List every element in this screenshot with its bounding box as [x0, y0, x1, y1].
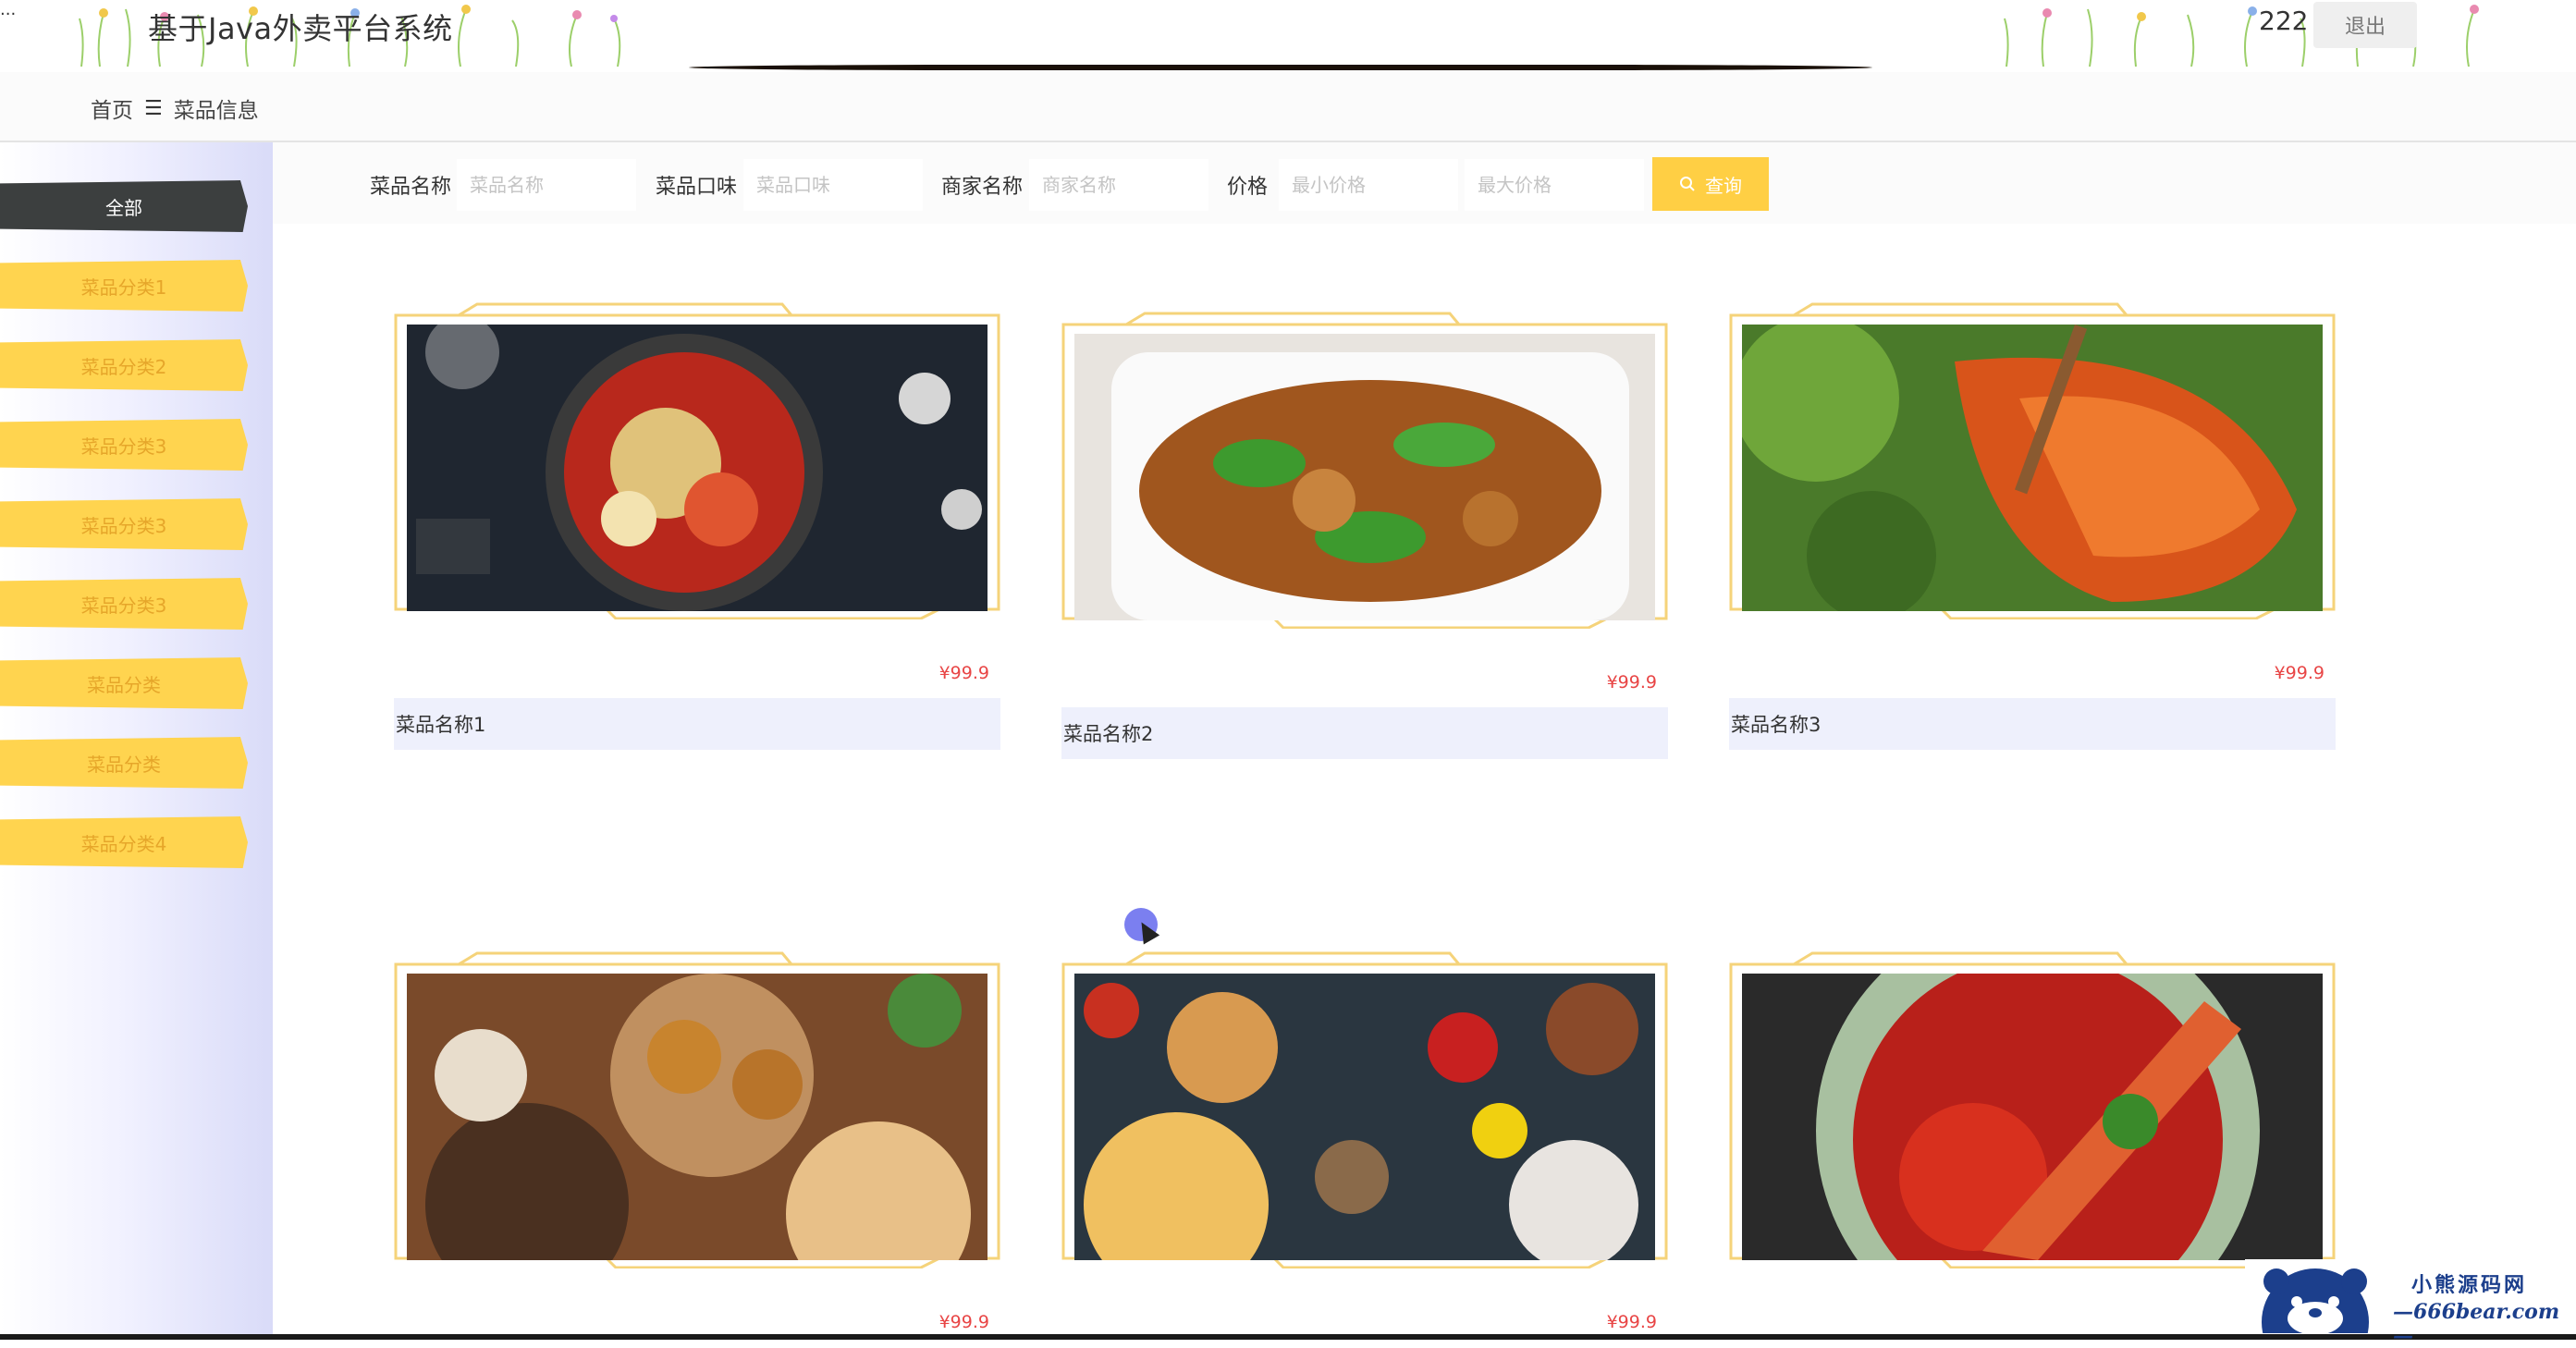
category-item[interactable]: 菜品分类3: [0, 419, 248, 471]
dish-name[interactable]: 菜品名称1: [394, 698, 1000, 750]
dish-name[interactable]: 菜品名称2: [1061, 707, 1668, 759]
dish-price: ¥99.9: [2274, 663, 2325, 683]
breadcrumb-home[interactable]: 首页: [91, 92, 133, 124]
watermark: 小熊源码网 —666bear.com—: [2245, 1259, 2576, 1348]
breadcrumb: 首页 ☰ 菜品信息: [91, 92, 259, 124]
dish-price: ¥99.9: [938, 1312, 989, 1332]
card-frame: [1061, 950, 1668, 1268]
dish-price: ¥99.9: [1606, 672, 1657, 692]
category-item[interactable]: 菜品分类: [0, 737, 248, 789]
price-label: 价格: [1227, 176, 1269, 199]
dish-image[interactable]: [1742, 325, 2323, 611]
logout-button[interactable]: 退出: [2313, 2, 2417, 48]
dish-image[interactable]: [1074, 974, 1655, 1260]
search-button[interactable]: 查询: [1652, 157, 1769, 211]
user-name: 222: [2259, 6, 2309, 36]
card-frame: [1061, 310, 1668, 629]
search-button-label: 查询: [1705, 176, 1742, 197]
category-item[interactable]: 菜品分类3: [0, 498, 248, 550]
category-item-all[interactable]: 全部: [0, 180, 248, 232]
merchant-name-label: 商家名称: [941, 176, 1024, 199]
dish-image[interactable]: [1742, 974, 2323, 1260]
category-item[interactable]: 菜品分类4: [0, 816, 248, 868]
category-item[interactable]: 菜品分类: [0, 657, 248, 709]
watermark-title: 小熊源码网: [2411, 1274, 2528, 1297]
max-price-input[interactable]: [1465, 159, 1644, 211]
dish-price: ¥99.9: [938, 663, 989, 683]
bear-logo-icon: [2262, 1268, 2369, 1333]
category-item[interactable]: 菜品分类1: [0, 260, 248, 312]
bottom-border: [0, 1334, 2576, 1340]
dish-image[interactable]: [407, 325, 987, 611]
grass-decoration-right: [1997, 0, 2492, 67]
dish-name-input[interactable]: [457, 159, 636, 211]
search-icon: [1680, 177, 1695, 191]
card-frame: [1729, 300, 2336, 619]
header-underline: [689, 65, 1872, 70]
dish-name[interactable]: 菜品名称3: [1729, 698, 2336, 750]
dish-name-label: 菜品名称: [370, 176, 452, 199]
dish-image[interactable]: [407, 974, 987, 1260]
category-item[interactable]: 菜品分类3: [0, 578, 248, 630]
watermark-url: —666bear.com—: [2393, 1300, 2560, 1348]
breadcrumb-current: 菜品信息: [173, 99, 259, 123]
card-frame: [1729, 950, 2336, 1268]
corner-mark: ...: [0, 0, 17, 19]
menu-icon: ☰: [144, 96, 163, 120]
dish-taste-label: 菜品口味: [656, 176, 738, 199]
min-price-input[interactable]: [1279, 159, 1458, 211]
breadcrumb-bar: [0, 72, 2576, 142]
merchant-name-input[interactable]: [1029, 159, 1208, 211]
dish-image[interactable]: [1074, 334, 1655, 620]
dish-taste-input[interactable]: [743, 159, 923, 211]
app-title: 基于Java外卖平台系统: [148, 11, 453, 46]
card-frame: [394, 950, 1000, 1268]
dish-price: ¥99.9: [1606, 1312, 1657, 1332]
top-header: ... 基于Java外卖平台系统 222 退出: [0, 0, 2576, 72]
category-item[interactable]: 菜品分类2: [0, 339, 248, 391]
card-frame: [394, 300, 1000, 619]
